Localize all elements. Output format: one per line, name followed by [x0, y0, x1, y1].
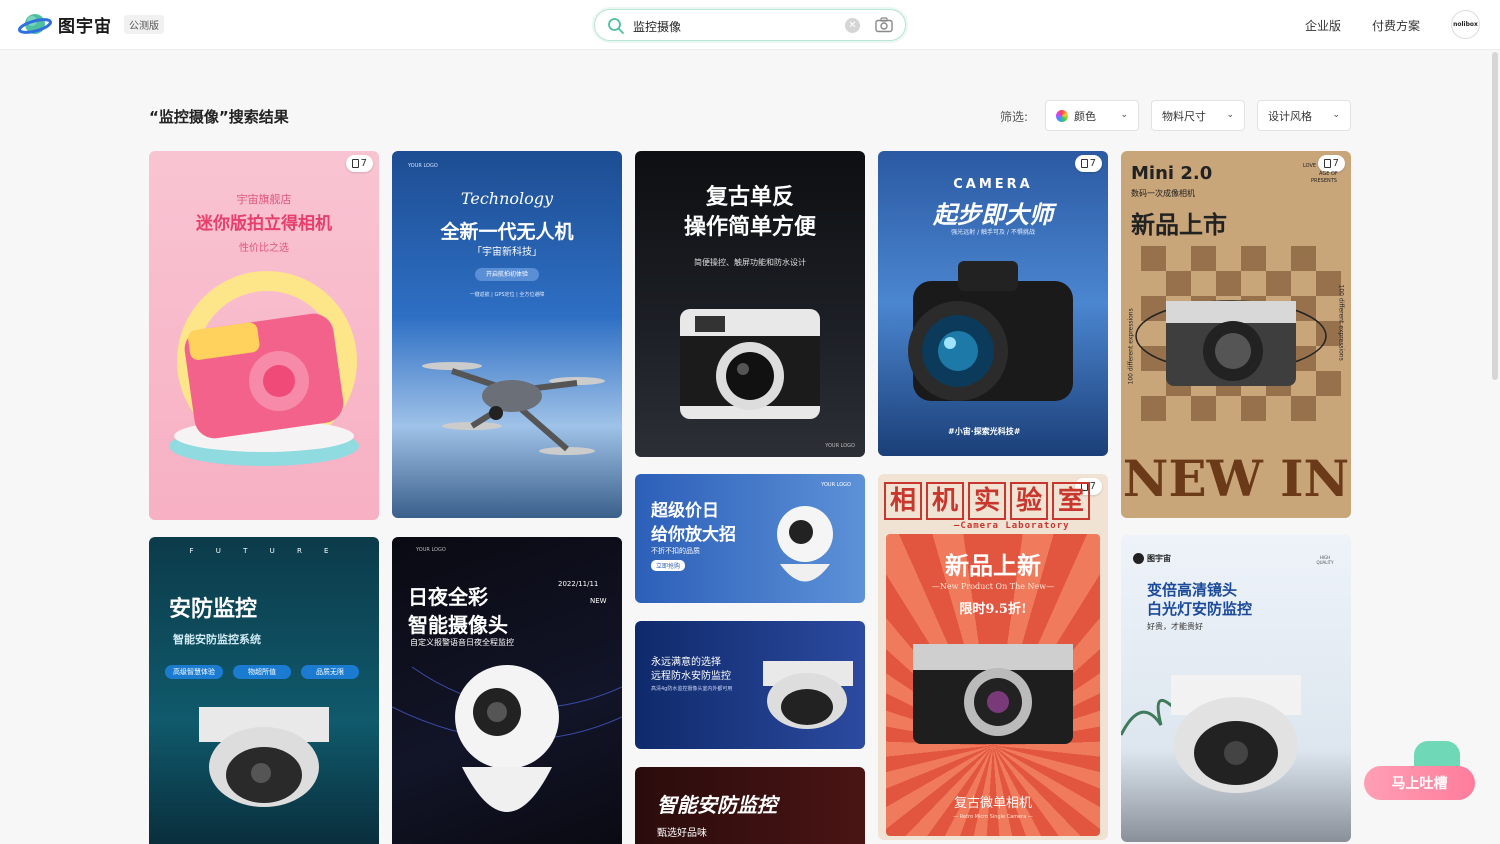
card-headline: 新品上市 [1131, 211, 1227, 239]
dome-camera-illustration [1121, 675, 1301, 793]
card-title: Mini 2.0 [1131, 163, 1213, 184]
result-card-security-system[interactable]: F U T U R E 安防监控 智能安防监控系统 高级智慧体验 物超所值 品质… [149, 537, 379, 844]
color-wheel-icon [1056, 109, 1068, 122]
result-card-drone[interactable]: YOUR LOGO Technology 全新一代无人机 「宇宙新科技」 开启航… [392, 151, 622, 518]
camera-search-icon[interactable] [875, 17, 893, 37]
result-card-camera-lab[interactable]: 7 相 机 实 验 室 —Camera Laboratory 新品上新 —New… [878, 474, 1108, 840]
retro-camera-illustration [680, 309, 820, 419]
result-card-waterproof[interactable]: 永远满意的选择 远程防水安防监控 高清4g防水监控摄像头室内外都可用 [635, 621, 865, 749]
card-title: 智能安防监控 [657, 793, 777, 817]
dome-camera-illustration [199, 707, 329, 807]
filter-size-label: 物料尺寸 [1162, 109, 1206, 123]
card-sub: 甄选好品味 [657, 828, 707, 839]
card-big-text: NEW IN [1122, 449, 1350, 508]
page-title: “监控摄像”搜索结果 [149, 108, 289, 126]
brand-logo[interactable]: 图宇宙 公测版 [17, 10, 164, 38]
chevron-down-icon: ⌄ [1332, 110, 1340, 120]
result-card-night-camera[interactable]: YOUR LOGO 日夜全彩 智能摄像头 2022/11/11 NEW 自定义报… [392, 537, 622, 844]
chevron-down-icon: ⌄ [1120, 110, 1128, 120]
search-input[interactable] [633, 16, 833, 36]
nav-enterprise[interactable]: 企业版 [1305, 17, 1341, 34]
card-sub: 数码一次成像相机 [1131, 189, 1195, 198]
nav-pricing[interactable]: 付费方案 [1372, 17, 1420, 34]
rangefinder-camera-illustration [913, 644, 1073, 744]
ptz-camera-illustration [777, 506, 833, 582]
ptz-camera-illustration [392, 665, 622, 812]
search-icon[interactable] [607, 17, 625, 39]
result-card-dslr[interactable]: 7 CAMERA 起步即大师 强光远射 / 触手可及 / 不惧挑战 #小宙·探索… [878, 151, 1108, 456]
card-foot: #小宙·探索光科技# [948, 427, 1021, 436]
filter-style-dropdown[interactable]: 设计风格 ⌄ [1257, 100, 1351, 131]
result-card-smart-security[interactable]: 智能安防监控 甄选好品味 [635, 767, 865, 844]
drone-illustration [422, 362, 605, 455]
planet-logo-icon [17, 10, 53, 38]
avatar[interactable]: nolibox [1451, 10, 1480, 39]
result-card-retro-camera[interactable]: 复古单反 操作简单方便 简便操控、触屏功能和防水设计 YOUR LOGO [635, 151, 865, 457]
dslr-illustration [908, 261, 1073, 401]
filter-color-label: 颜色 [1074, 109, 1096, 123]
result-card-zoom-lens[interactable]: 图宇宙 HIGH QUALITY 变倍高清镜头 白光灯安防监控 好贵，才能贵好 [1121, 535, 1351, 842]
chevron-down-icon: ⌄ [1226, 110, 1234, 120]
card-foot: 复古微单相机 [953, 796, 1032, 811]
filter-style-label: 设计风格 [1268, 109, 1312, 123]
card-foot-en: — Retro Micro Single Camera — [953, 814, 1033, 820]
card-side-text: 100 different expressions [1127, 308, 1135, 385]
result-card-instant-camera[interactable]: 7 宇宙旗舰店 迷你版拍立得相机 性价比之选 [149, 151, 379, 520]
card-tag-1: LOVE [1303, 163, 1317, 169]
brand-name: 图宇宙 [58, 16, 112, 37]
card-logo: YOUR LOGO [825, 443, 855, 449]
result-card-mini-camera[interactable]: 7 Mini 2.0 数码一次成像相机 LOVE AGE OF PRESENTS… [1121, 151, 1351, 518]
card-tag-3: PRESENTS [1311, 178, 1337, 184]
beta-badge: 公测版 [124, 14, 164, 34]
instant-camera-illustration [169, 271, 359, 466]
filter-label: 筛选: [1000, 110, 1029, 124]
result-card-super-day[interactable]: YOUR LOGO 超级价日 给你放大招 不折不扣的品质 立即抢购 [635, 474, 865, 603]
card-tag-2: AGE OF [1319, 171, 1338, 177]
dome-camera-illustration [763, 661, 853, 729]
top-header: 图宇宙 公测版 ✕ 企业版 付费方案 nolibox [0, 0, 1500, 50]
scrollbar[interactable] [1492, 52, 1498, 380]
card-side-text-right: 100 different expressions [1337, 284, 1345, 361]
filter-color-dropdown[interactable]: 颜色 ⌄ [1045, 100, 1139, 131]
search-box: ✕ [594, 9, 906, 41]
feedback-button[interactable]: 马上吐槽 [1364, 766, 1475, 800]
filter-size-dropdown[interactable]: 物料尺寸 ⌄ [1151, 100, 1245, 131]
clear-icon[interactable]: ✕ [845, 18, 860, 33]
